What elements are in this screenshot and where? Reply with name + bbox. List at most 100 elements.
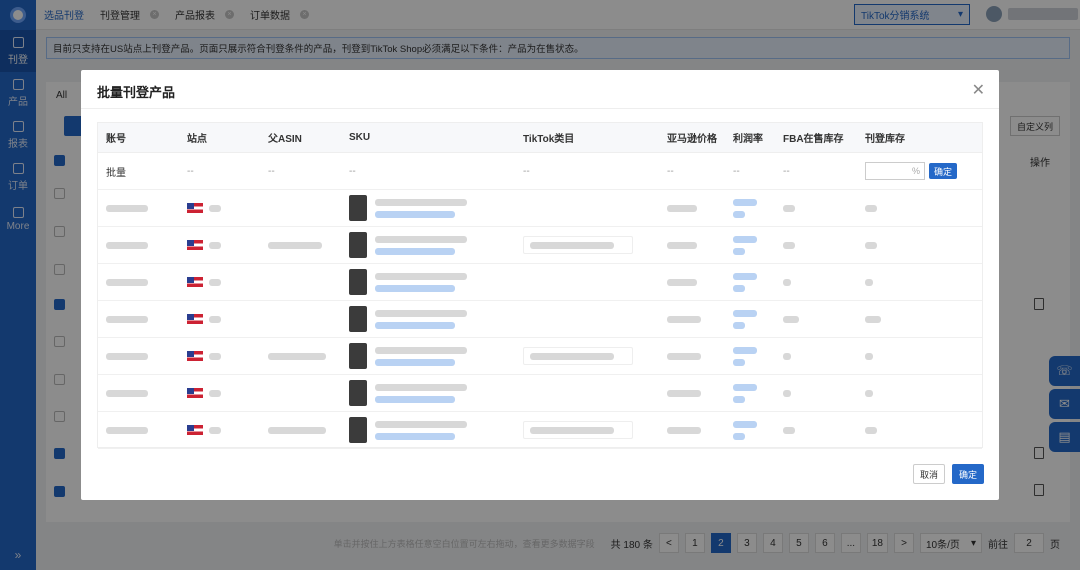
category-cell-blurred[interactable] <box>515 338 659 374</box>
account-cell-blurred <box>98 338 179 374</box>
batch-stock-cell: % 确定 <box>857 153 982 189</box>
category-cell <box>515 264 659 300</box>
fba-cell-blurred <box>775 301 857 337</box>
category-cell <box>515 301 659 337</box>
price-cell-blurred <box>659 264 725 300</box>
parent-asin-cell <box>260 190 341 226</box>
stock-cell-blurred <box>857 264 982 300</box>
account-cell-blurred <box>98 375 179 411</box>
col-account: 账号 <box>106 134 126 145</box>
margin-link-blurred[interactable] <box>725 190 775 226</box>
col-fba-stock: FBA在售库存 <box>783 134 844 145</box>
fba-cell-blurred <box>775 412 857 448</box>
margin-link-blurred[interactable] <box>725 301 775 337</box>
col-amazon-price: 亚马逊价格 <box>667 134 717 145</box>
sku-cell-blurred <box>341 375 515 411</box>
table-row-batch: 批量 -- -- -- -- -- -- -- % 确定 <box>98 153 982 190</box>
product-thumbnail <box>349 195 367 221</box>
col-margin: 利润率 <box>733 134 763 145</box>
category-cell-blurred[interactable] <box>515 412 659 448</box>
col-sku: SKU <box>349 132 371 143</box>
modal-title: 批量刊登产品 <box>97 85 176 100</box>
price-cell-blurred <box>659 190 725 226</box>
table-row <box>98 227 982 264</box>
price-cell-blurred <box>659 412 725 448</box>
table-header: 账号 站点 父ASIN SKU TikTok类目 亚马逊价格 利润率 FBA在售… <box>98 123 982 153</box>
us-flag-icon <box>187 388 203 398</box>
site-cell <box>179 190 260 226</box>
parent-asin-cell-blurred <box>260 227 341 263</box>
fba-cell-blurred <box>775 338 857 374</box>
fba-cell-blurred <box>775 227 857 263</box>
price-cell-blurred <box>659 375 725 411</box>
stock-cell-blurred <box>857 301 982 337</box>
sku-cell-blurred <box>341 412 515 448</box>
close-icon[interactable]: ✕ <box>972 80 985 100</box>
batch-parent-asin: -- <box>268 165 275 177</box>
product-thumbnail <box>349 417 367 443</box>
batch-confirm-button[interactable]: 确定 <box>929 163 958 179</box>
site-cell <box>179 301 260 337</box>
parent-asin-cell-blurred <box>260 338 341 374</box>
site-cell <box>179 412 260 448</box>
batch-label: 批量 <box>106 167 126 179</box>
account-cell-blurred <box>98 190 179 226</box>
site-cell <box>179 338 260 374</box>
parent-asin-cell <box>260 375 341 411</box>
product-thumbnail <box>349 380 367 406</box>
sku-cell-blurred <box>341 338 515 374</box>
us-flag-icon <box>187 351 203 361</box>
product-thumbnail <box>349 269 367 295</box>
confirm-button[interactable]: 确定 <box>952 464 984 484</box>
category-cell-blurred[interactable] <box>515 227 659 263</box>
margin-link-blurred[interactable] <box>725 227 775 263</box>
sku-cell-blurred <box>341 190 515 226</box>
margin-link-blurred[interactable] <box>725 412 775 448</box>
category-cell <box>515 190 659 226</box>
table-row <box>98 301 982 338</box>
batch-publish-modal: 批量刊登产品 ✕ 账号 站点 父ASIN SKU TikTok类目 亚马逊价格 … <box>81 70 999 500</box>
batch-category: -- <box>523 165 530 177</box>
account-cell-blurred <box>98 301 179 337</box>
fba-cell-blurred <box>775 190 857 226</box>
account-cell-blurred <box>98 227 179 263</box>
col-publish-stock: 刊登库存 <box>865 134 905 145</box>
us-flag-icon <box>187 425 203 435</box>
margin-link-blurred[interactable] <box>725 338 775 374</box>
product-thumbnail <box>349 232 367 258</box>
table-row <box>98 190 982 227</box>
table-row <box>98 338 982 375</box>
batch-table: 账号 站点 父ASIN SKU TikTok类目 亚马逊价格 利润率 FBA在售… <box>97 122 983 449</box>
batch-fba: -- <box>783 165 790 177</box>
category-cell <box>515 375 659 411</box>
fba-cell-blurred <box>775 264 857 300</box>
stock-cell-blurred <box>857 412 982 448</box>
us-flag-icon <box>187 277 203 287</box>
us-flag-icon <box>187 240 203 250</box>
fba-cell-blurred <box>775 375 857 411</box>
stock-cell-blurred <box>857 227 982 263</box>
table-row <box>98 375 982 412</box>
account-cell-blurred <box>98 264 179 300</box>
product-thumbnail <box>349 306 367 332</box>
batch-site: -- <box>187 165 194 177</box>
site-cell <box>179 264 260 300</box>
col-tiktok-category: TikTok类目 <box>523 134 575 145</box>
account-cell-blurred <box>98 412 179 448</box>
parent-asin-cell <box>260 301 341 337</box>
margin-link-blurred[interactable] <box>725 264 775 300</box>
sku-cell-blurred <box>341 227 515 263</box>
batch-sku: -- <box>349 165 356 177</box>
margin-link-blurred[interactable] <box>725 375 775 411</box>
us-flag-icon <box>187 203 203 213</box>
price-cell-blurred <box>659 338 725 374</box>
sku-cell-blurred <box>341 264 515 300</box>
table-row <box>98 264 982 301</box>
stock-cell-blurred <box>857 375 982 411</box>
parent-asin-cell-blurred <box>260 412 341 448</box>
col-parent-asin: 父ASIN <box>268 134 302 145</box>
stock-cell-blurred <box>857 338 982 374</box>
stock-percent-input[interactable]: % <box>865 162 925 180</box>
us-flag-icon <box>187 314 203 324</box>
cancel-button[interactable]: 取消 <box>913 464 945 484</box>
